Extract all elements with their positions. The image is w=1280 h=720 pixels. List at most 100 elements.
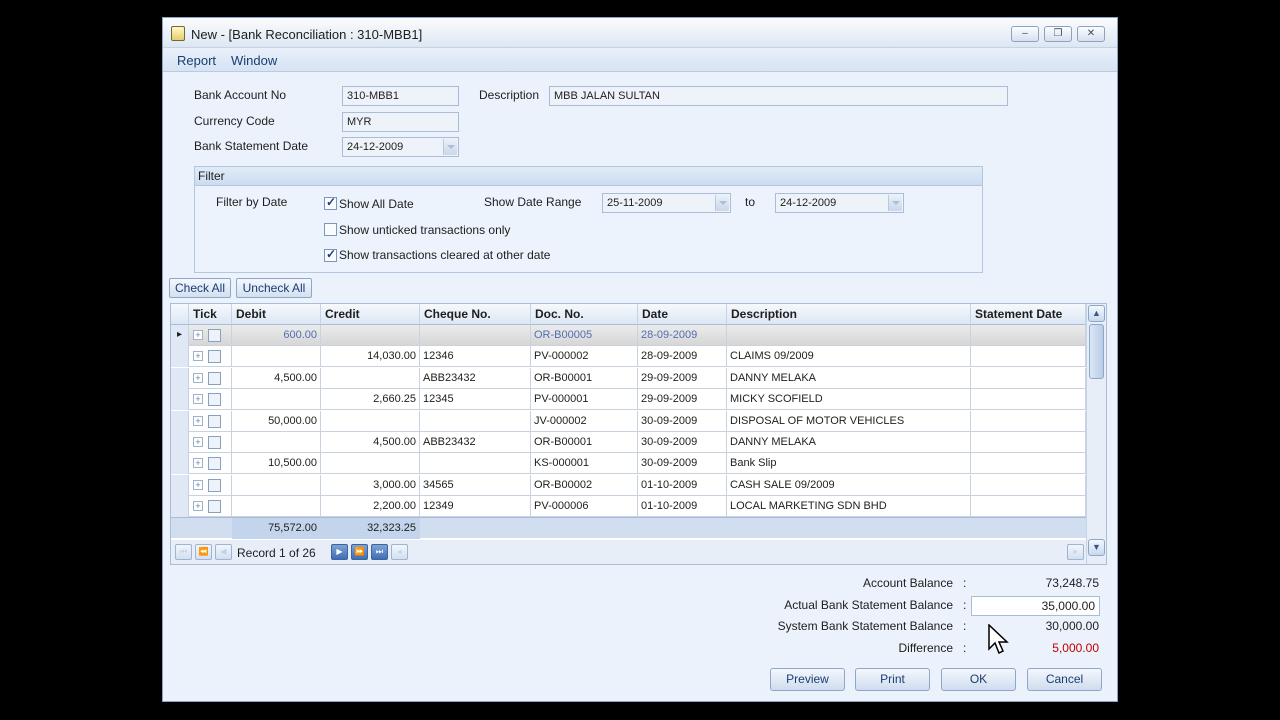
cancel-button[interactable]: Cancel	[1027, 668, 1102, 691]
chevron-down-icon[interactable]	[443, 139, 457, 155]
table-row[interactable]: +2,200.00 12349 PV-000006 01-10-2009 LOCAL M…	[171, 496, 1086, 518]
cell-doc: OR-B00002	[531, 474, 638, 496]
cell-date: 01-10-2009	[638, 496, 727, 518]
col-credit[interactable]: Credit	[321, 304, 420, 325]
menu-window[interactable]: Window	[231, 53, 277, 68]
actual-statement-input[interactable]: 35,000.00	[971, 596, 1100, 616]
expand-row-icon[interactable]: +	[193, 372, 203, 383]
expand-row-icon[interactable]: +	[193, 501, 203, 512]
col-cheque[interactable]: Cheque No.	[420, 304, 531, 325]
actual-statement-colon: :	[963, 598, 967, 612]
tick-checkbox[interactable]	[208, 393, 221, 407]
cell-credit	[321, 453, 420, 475]
tick-checkbox[interactable]	[208, 350, 221, 364]
show-unticked-label: Show unticked transactions only	[339, 223, 511, 237]
col-date[interactable]: Date	[638, 304, 727, 325]
currency-label: Currency Code	[194, 114, 275, 128]
expand-row-icon[interactable]: +	[193, 415, 203, 426]
col-debit[interactable]: Debit	[232, 304, 321, 325]
prev-page-icon[interactable]: ⏪	[195, 544, 212, 560]
tick-checkbox[interactable]	[208, 371, 221, 385]
menu-report[interactable]: Report	[177, 53, 216, 68]
expand-row-icon[interactable]: +	[193, 351, 203, 362]
first-record-icon[interactable]: ⏮	[175, 544, 192, 560]
next-page-icon[interactable]: ⏩	[351, 544, 368, 560]
totals-row: 75,572.00 32,323.25	[171, 517, 1086, 539]
grid-scrollbar[interactable]: ▲ ▼	[1086, 304, 1106, 564]
difference-colon: :	[963, 641, 967, 655]
chevron-down-icon[interactable]	[715, 195, 729, 211]
restore-button[interactable]: ❐	[1044, 26, 1072, 42]
show-all-date-checkbox[interactable]	[324, 195, 337, 210]
show-cleared-other-checkbox[interactable]	[324, 247, 337, 262]
currency-field[interactable]: MYR	[342, 112, 459, 132]
expand-row-icon[interactable]: +	[193, 330, 203, 340]
next-record-icon[interactable]: ▶	[331, 544, 348, 560]
append-record-icon[interactable]: ◂	[391, 544, 408, 560]
statement-date-label: Bank Statement Date	[194, 139, 309, 153]
tick-checkbox[interactable]	[208, 436, 221, 449]
scroll-up-icon[interactable]: ▲	[1088, 305, 1105, 322]
table-row[interactable]: +14,030.00 12346 PV-000002 28-09-2009 CLAIMS…	[171, 346, 1086, 368]
table-row[interactable]: +50,000.00 JV-000002 30-09-2009 DISPOSAL OF…	[171, 410, 1086, 432]
row-indicator: ▸	[171, 325, 189, 346]
col-tick[interactable]: Tick	[189, 304, 232, 325]
expand-row-icon[interactable]: +	[193, 437, 203, 447]
cell-credit	[321, 367, 420, 389]
description-label: Description	[479, 88, 540, 102]
cell-description: DANNY MELAKA	[727, 432, 971, 453]
cell-doc: OR-B00001	[531, 432, 638, 453]
tick-checkbox[interactable]	[208, 500, 221, 514]
expand-row-icon[interactable]: +	[193, 479, 203, 490]
date-from-picker[interactable]: 25-11-2009	[602, 193, 731, 213]
document-icon	[171, 26, 185, 41]
bank-account-field[interactable]: 310-MBB1	[342, 86, 459, 106]
last-record-icon[interactable]: ⏭	[371, 544, 388, 560]
cell-description: DANNY MELAKA	[727, 367, 971, 389]
cell-debit	[232, 474, 321, 496]
cell-statement-date	[971, 410, 1086, 432]
close-button[interactable]: ✕	[1077, 26, 1105, 42]
scroll-thumb[interactable]	[1089, 324, 1104, 379]
ok-button[interactable]: OK	[941, 668, 1016, 691]
tick-checkbox[interactable]	[208, 457, 221, 471]
filter-group: Filter Filter by Date Show All Date Show…	[194, 166, 983, 273]
row-indicator	[171, 432, 189, 453]
cell-cheque	[420, 410, 531, 432]
cell-statement-date	[971, 346, 1086, 368]
cell-debit	[232, 496, 321, 518]
scroll-down-icon[interactable]: ▼	[1088, 539, 1105, 556]
print-button[interactable]: Print	[855, 668, 930, 691]
table-row[interactable]: +4,500.00 ABB23432 OR-B00001 30-09-2009 DANN…	[171, 432, 1086, 453]
expand-row-icon[interactable]: +	[193, 458, 203, 469]
cell-credit: 14,030.00	[321, 346, 420, 368]
show-unticked-checkbox[interactable]	[324, 223, 337, 236]
table-row[interactable]: +2,660.25 12345 PV-000001 29-09-2009 MICKY S…	[171, 389, 1086, 411]
table-row[interactable]: +10,500.00 KS-000001 30-09-2009 Bank Slip	[171, 453, 1086, 475]
date-to-picker[interactable]: 24-12-2009	[775, 193, 904, 213]
tick-checkbox[interactable]	[208, 414, 221, 428]
prev-record-icon[interactable]: ◀	[215, 544, 232, 560]
statement-date-picker[interactable]: 24-12-2009	[342, 137, 459, 157]
account-balance-value: 73,248.75	[1045, 576, 1099, 590]
tick-checkbox[interactable]	[208, 329, 221, 342]
col-description[interactable]: Description	[727, 304, 971, 325]
cell-credit: 2,200.00	[321, 496, 420, 518]
chevron-down-icon[interactable]	[888, 195, 902, 211]
table-row[interactable]: +4,500.00 ABB23432 OR-B00001 29-09-2009 DANN…	[171, 367, 1086, 389]
tick-checkbox[interactable]	[208, 478, 221, 492]
record-counter: Record 1 of 26	[237, 546, 316, 560]
col-doc[interactable]: Doc. No.	[531, 304, 638, 325]
col-statement-date[interactable]: Statement Date	[971, 304, 1086, 325]
uncheck-all-button[interactable]: Uncheck All	[236, 278, 312, 298]
scroll-right-icon[interactable]: ▸	[1067, 544, 1084, 560]
description-field[interactable]: MBB JALAN SULTAN	[549, 86, 1008, 106]
title-bar[interactable]: New - [Bank Reconciliation : 310-MBB1] –…	[163, 18, 1117, 48]
minimize-button[interactable]: –	[1011, 26, 1039, 42]
preview-button[interactable]: Preview	[770, 668, 845, 691]
record-navigator: ⏮ ⏪ ◀ Record 1 of 26 ▶ ⏩ ⏭ ◂ ▸	[171, 540, 1086, 564]
check-all-button[interactable]: Check All	[169, 278, 231, 298]
expand-row-icon[interactable]: +	[193, 394, 203, 405]
table-row[interactable]: ▸ +600.00 OR-B00005 28-09-2009	[171, 325, 1086, 346]
table-row[interactable]: +3,000.00 34565 OR-B00002 01-10-2009 CASH SA…	[171, 474, 1086, 496]
